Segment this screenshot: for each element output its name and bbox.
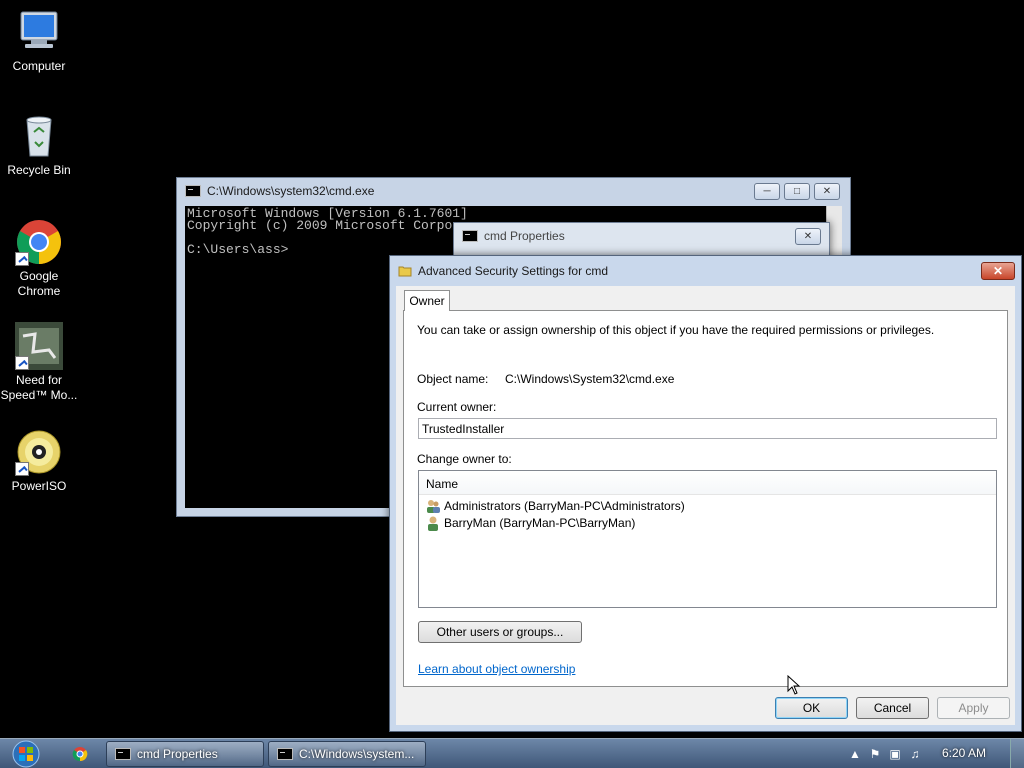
other-users-button[interactable]: Other users or groups... [418, 621, 582, 643]
cmd-window-title: C:\Windows\system32\cmd.exe [207, 184, 375, 198]
close-button[interactable]: ✕ [814, 182, 840, 200]
taskbar-clock[interactable]: 6:20 AM [934, 746, 994, 760]
properties-window-title: cmd Properties [484, 229, 565, 243]
list-item[interactable]: BarryMan (BarryMan-PC\BarryMan) [419, 514, 996, 531]
taskbar-item-label: C:\Windows\system... [299, 747, 415, 761]
list-header-label: Name [426, 477, 459, 491]
desktop-icon-google-chrome[interactable]: Google Chrome [0, 218, 78, 299]
desktop-icon-poweriso[interactable]: PowerISO [0, 428, 78, 494]
mouse-cursor-icon [787, 674, 801, 695]
object-name-label: Object name: [417, 372, 489, 386]
list-header-name[interactable]: Name [419, 471, 996, 495]
dialog-body: Owner You can take or assign ownership o… [396, 286, 1015, 725]
group-icon [425, 498, 441, 514]
close-button[interactable]: ✕ [795, 227, 821, 245]
taskbar-chrome-icon[interactable] [72, 746, 88, 762]
folder-icon [398, 264, 412, 278]
current-owner-field[interactable]: TrustedInstaller [418, 418, 997, 439]
cancel-button[interactable]: Cancel [856, 697, 929, 719]
network-icon[interactable]: ▣ [888, 747, 902, 761]
cmd-icon [115, 748, 131, 760]
change-owner-label: Change owner to: [417, 452, 512, 466]
ok-button[interactable]: OK [775, 697, 848, 719]
desktop-icon-label: Need for Speed™ Mo... [0, 373, 78, 402]
desktop-icon-label: Recycle Bin [7, 163, 71, 177]
tab-label: Owner [409, 294, 445, 308]
desktop-icon-need-for-speed[interactable]: Need for Speed™ Mo... [0, 322, 78, 403]
taskbar: cmd Properties C:\Windows\system... ▲ ⚑ … [0, 738, 1024, 768]
tab-owner[interactable]: Owner [404, 290, 450, 311]
object-name-value: C:\Windows\System32\cmd.exe [505, 372, 675, 386]
start-button[interactable] [6, 739, 46, 768]
list-item-label: BarryMan (BarryMan-PC\BarryMan) [444, 515, 636, 530]
disc-icon [15, 428, 63, 476]
taskbar-item-label: cmd Properties [137, 747, 218, 761]
close-button[interactable]: ✕ [981, 262, 1015, 280]
desktop-icon-label: Computer [12, 59, 66, 73]
cmd-icon [185, 185, 201, 197]
current-owner-label: Current owner: [417, 400, 497, 414]
cmd-icon [277, 748, 293, 760]
dialog-titlebar[interactable]: Advanced Security Settings for cmd [390, 256, 1021, 286]
owner-tab-panel: You can take or assign ownership of this… [403, 310, 1008, 687]
windows-logo-icon [12, 740, 40, 768]
desktop-icon-label: PowerISO [11, 479, 67, 493]
volume-icon[interactable]: ♫ [908, 747, 922, 761]
learn-ownership-link[interactable]: Learn about object ownership [418, 662, 575, 676]
maximize-button[interactable]: □ [784, 182, 810, 200]
desktop-icon-label: Google Chrome [17, 269, 61, 298]
game-icon [15, 322, 63, 370]
shortcut-arrow-icon [15, 462, 29, 476]
taskbar-item-cmd-properties[interactable]: cmd Properties [106, 741, 264, 767]
desktop-icon-recycle-bin[interactable]: Recycle Bin [0, 112, 78, 178]
taskbar-item-cmd[interactable]: C:\Windows\system... [268, 741, 426, 767]
action-center-flag-icon[interactable]: ⚑ [868, 747, 882, 761]
system-tray: ▲ ⚑ ▣ ♫ 6:20 AM [844, 739, 1024, 768]
properties-titlebar[interactable]: cmd Properties ✕ [454, 223, 829, 249]
list-item[interactable]: Administrators (BarryMan-PC\Administrato… [419, 497, 996, 514]
owner-list[interactable]: Name Administrators (BarryMan-PC\Adminis… [418, 470, 997, 608]
show-hidden-icons-icon[interactable]: ▲ [848, 747, 862, 761]
cmd-icon [462, 230, 478, 242]
recycle-bin-icon [15, 112, 63, 160]
shortcut-arrow-icon [15, 252, 29, 266]
computer-icon [15, 8, 63, 56]
minimize-button[interactable]: ─ [754, 182, 780, 200]
shortcut-arrow-icon [15, 356, 29, 370]
desktop-icon-computer[interactable]: Computer [0, 8, 78, 74]
intro-text: You can take or assign ownership of this… [417, 323, 935, 337]
advanced-security-dialog[interactable]: Advanced Security Settings for cmd ✕ Own… [389, 255, 1022, 732]
apply-button[interactable]: Apply [937, 697, 1010, 719]
user-icon [425, 515, 441, 531]
chrome-icon [15, 218, 63, 266]
show-desktop-button[interactable] [1010, 739, 1024, 768]
dialog-title: Advanced Security Settings for cmd [418, 264, 609, 278]
list-item-label: Administrators (BarryMan-PC\Administrato… [444, 498, 685, 513]
cmd-titlebar[interactable]: C:\Windows\system32\cmd.exe ─ □ ✕ [177, 178, 850, 204]
